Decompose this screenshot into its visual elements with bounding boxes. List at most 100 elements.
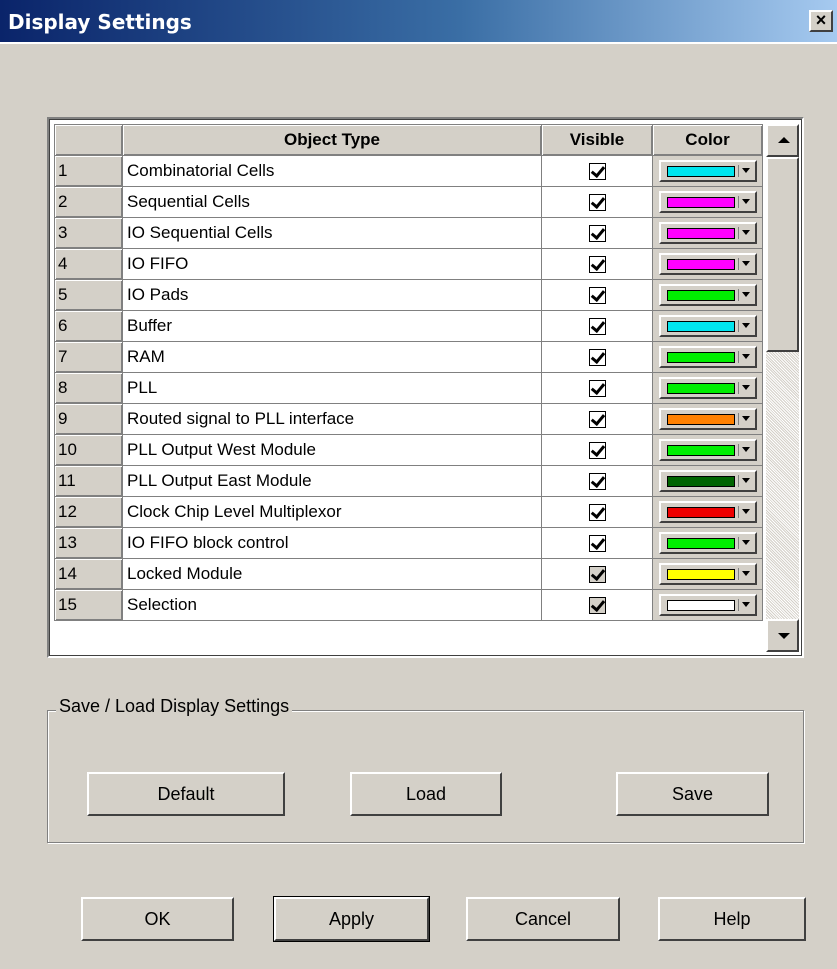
visible-checkbox[interactable]	[588, 380, 606, 398]
row-number[interactable]: 8	[54, 372, 123, 404]
row-number[interactable]: 6	[54, 310, 123, 342]
color-picker-button[interactable]	[658, 191, 757, 213]
visible-checkbox[interactable]	[588, 194, 606, 212]
color-picker-button[interactable]	[658, 563, 757, 585]
object-type-cell[interactable]: IO FIFO	[122, 248, 542, 280]
object-type-cell[interactable]: IO FIFO block control	[122, 527, 542, 559]
table-row[interactable]: 1 Combinatorial Cells	[54, 155, 763, 187]
color-cell	[652, 496, 763, 528]
row-number[interactable]: 10	[54, 434, 123, 466]
object-type-cell[interactable]: Clock Chip Level Multiplexor	[122, 496, 542, 528]
object-type-cell[interactable]: PLL Output West Module	[122, 434, 542, 466]
object-type-cell[interactable]: Combinatorial Cells	[122, 155, 542, 187]
color-picker-button[interactable]	[658, 377, 757, 399]
visible-checkbox[interactable]	[588, 411, 606, 429]
row-number[interactable]: 12	[54, 496, 123, 528]
scroll-thumb[interactable]	[766, 157, 799, 352]
color-picker-button[interactable]	[658, 439, 757, 461]
table-row[interactable]: 13 IO FIFO block control	[54, 527, 763, 559]
table-row[interactable]: 3 IO Sequential Cells	[54, 217, 763, 249]
row-number[interactable]: 2	[54, 186, 123, 218]
visible-checkbox[interactable]	[588, 566, 606, 584]
color-cell	[652, 558, 763, 590]
object-type-cell[interactable]: IO Pads	[122, 279, 542, 311]
color-picker-button[interactable]	[658, 532, 757, 554]
table-row[interactable]: 4 IO FIFO	[54, 248, 763, 280]
color-picker-button[interactable]	[658, 315, 757, 337]
visible-checkbox[interactable]	[588, 597, 606, 615]
table-row[interactable]: 11 PLL Output East Module	[54, 465, 763, 497]
table-row[interactable]: 2 Sequential Cells	[54, 186, 763, 218]
header-color[interactable]: Color	[652, 124, 763, 156]
color-swatch	[666, 507, 735, 518]
chevron-down-icon	[741, 571, 750, 576]
load-button[interactable]: Load	[350, 772, 502, 816]
table-row[interactable]: 15 Selection	[54, 589, 763, 621]
chevron-down-icon	[741, 602, 750, 607]
visible-cell	[541, 248, 653, 280]
object-type-cell[interactable]: Locked Module	[122, 558, 542, 590]
visible-checkbox[interactable]	[588, 225, 606, 243]
table-row[interactable]: 14 Locked Module	[54, 558, 763, 590]
table-row[interactable]: 6 Buffer	[54, 310, 763, 342]
color-picker-button[interactable]	[658, 470, 757, 492]
visible-checkbox[interactable]	[588, 287, 606, 305]
visible-checkbox[interactable]	[588, 256, 606, 274]
ok-button[interactable]: OK	[81, 897, 234, 941]
object-type-cell[interactable]: Selection	[122, 589, 542, 621]
row-number[interactable]: 14	[54, 558, 123, 590]
vertical-scrollbar[interactable]	[766, 124, 799, 652]
row-number[interactable]: 1	[54, 155, 123, 187]
visible-checkbox[interactable]	[588, 163, 606, 181]
visible-cell	[541, 186, 653, 218]
color-picker-button[interactable]	[658, 408, 757, 430]
color-picker-button[interactable]	[658, 501, 757, 523]
object-type-cell[interactable]: Sequential Cells	[122, 186, 542, 218]
save-button[interactable]: Save	[616, 772, 769, 816]
header-visible[interactable]: Visible	[541, 124, 653, 156]
row-number[interactable]: 13	[54, 527, 123, 559]
color-picker-button[interactable]	[658, 253, 757, 275]
color-picker-button[interactable]	[658, 594, 757, 616]
object-type-cell[interactable]: Buffer	[122, 310, 542, 342]
color-picker-button[interactable]	[658, 346, 757, 368]
table-row[interactable]: 9 Routed signal to PLL interface	[54, 403, 763, 435]
color-picker-button[interactable]	[658, 284, 757, 306]
table-row[interactable]: 5 IO Pads	[54, 279, 763, 311]
scroll-down-button[interactable]	[766, 619, 799, 652]
row-number[interactable]: 15	[54, 589, 123, 621]
row-number[interactable]: 4	[54, 248, 123, 280]
apply-button[interactable]: Apply	[273, 896, 430, 942]
table-row[interactable]: 7 RAM	[54, 341, 763, 373]
row-number[interactable]: 11	[54, 465, 123, 497]
object-type-cell[interactable]: PLL Output East Module	[122, 465, 542, 497]
table-row[interactable]: 10 PLL Output West Module	[54, 434, 763, 466]
help-button[interactable]: Help	[658, 897, 806, 941]
row-number[interactable]: 5	[54, 279, 123, 311]
row-number[interactable]: 3	[54, 217, 123, 249]
cancel-button[interactable]: Cancel	[466, 897, 620, 941]
default-button[interactable]: Default	[87, 772, 285, 816]
visible-checkbox[interactable]	[588, 442, 606, 460]
table-row[interactable]: 12 Clock Chip Level Multiplexor	[54, 496, 763, 528]
visible-checkbox[interactable]	[588, 535, 606, 553]
color-cell	[652, 465, 763, 497]
dropdown-separator	[737, 568, 739, 580]
row-number[interactable]: 9	[54, 403, 123, 435]
object-type-cell[interactable]: IO Sequential Cells	[122, 217, 542, 249]
color-picker-button[interactable]	[658, 160, 757, 182]
row-number[interactable]: 7	[54, 341, 123, 373]
color-picker-button[interactable]	[658, 222, 757, 244]
visible-checkbox[interactable]	[588, 318, 606, 336]
scroll-up-button[interactable]	[766, 124, 799, 157]
visible-checkbox[interactable]	[588, 349, 606, 367]
color-cell	[652, 186, 763, 218]
visible-checkbox[interactable]	[588, 473, 606, 491]
close-button[interactable]: ×	[809, 10, 833, 32]
object-type-cell[interactable]: PLL	[122, 372, 542, 404]
visible-checkbox[interactable]	[588, 504, 606, 522]
object-type-cell[interactable]: Routed signal to PLL interface	[122, 403, 542, 435]
table-row[interactable]: 8 PLL	[54, 372, 763, 404]
object-type-cell[interactable]: RAM	[122, 341, 542, 373]
header-object-type[interactable]: Object Type	[122, 124, 542, 156]
